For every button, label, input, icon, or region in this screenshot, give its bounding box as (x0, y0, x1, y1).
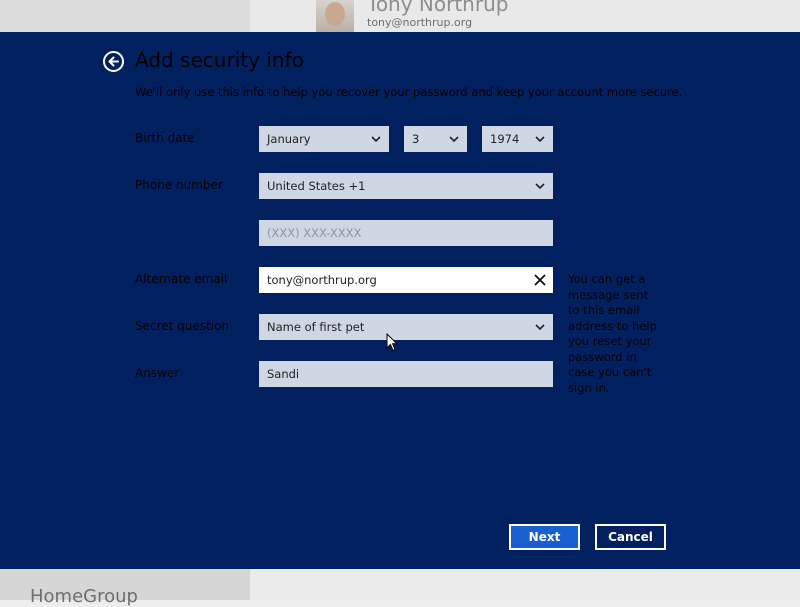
background-user-name: Tony Northrup (367, 0, 509, 16)
phone-number-input[interactable]: (XXX) XXX-XXXX (259, 220, 553, 246)
mouse-cursor-icon (386, 333, 398, 352)
next-button[interactable]: Next (509, 524, 580, 550)
dialog-subtitle: We'll only use this info to help you rec… (135, 85, 683, 99)
chevron-down-icon (449, 136, 459, 143)
phone-number-label: Phone number (135, 178, 223, 192)
birth-day-select[interactable]: 3 (404, 126, 467, 152)
chevron-down-icon (535, 183, 545, 190)
background-user-email: tony@northrup.org (367, 16, 473, 29)
phone-country-select[interactable]: United States +1 (259, 173, 553, 199)
answer-label: Answer (135, 366, 180, 380)
back-button[interactable] (103, 51, 124, 72)
secret-question-select[interactable]: Name of first pet (259, 314, 553, 340)
alternate-email-value: tony@northrup.org (267, 273, 377, 287)
birth-year-value: 1974 (490, 132, 520, 146)
cancel-button[interactable]: Cancel (595, 524, 666, 550)
phone-country-value: United States +1 (267, 179, 366, 193)
alternate-email-label: Alternate email (135, 272, 228, 286)
phone-number-placeholder: (XXX) XXX-XXXX (267, 226, 362, 240)
chevron-down-icon (535, 136, 545, 143)
secret-question-label: Secret question (135, 319, 230, 333)
birth-month-select[interactable]: January (259, 126, 389, 152)
add-security-info-dialog (0, 32, 800, 569)
clear-icon[interactable] (533, 273, 547, 287)
email-hint-text: You can get a message sent to this email… (568, 272, 657, 395)
user-avatar (316, 0, 354, 32)
answer-value: Sandi (267, 367, 300, 381)
birth-day-value: 3 (412, 132, 420, 146)
background-section-label: HomeGroup (30, 586, 138, 607)
background-left-pane (0, 0, 250, 32)
answer-input[interactable]: Sandi (259, 361, 553, 387)
chevron-down-icon (535, 324, 545, 331)
chevron-down-icon (371, 136, 381, 143)
birth-date-label: Birth date (135, 131, 195, 145)
back-arrow-icon (108, 56, 119, 67)
secret-question-value: Name of first pet (267, 320, 365, 334)
alternate-email-input[interactable]: tony@northrup.org (259, 267, 553, 293)
birth-month-value: January (267, 132, 311, 146)
birth-year-select[interactable]: 1974 (482, 126, 553, 152)
dialog-title: Add security info (135, 48, 304, 72)
